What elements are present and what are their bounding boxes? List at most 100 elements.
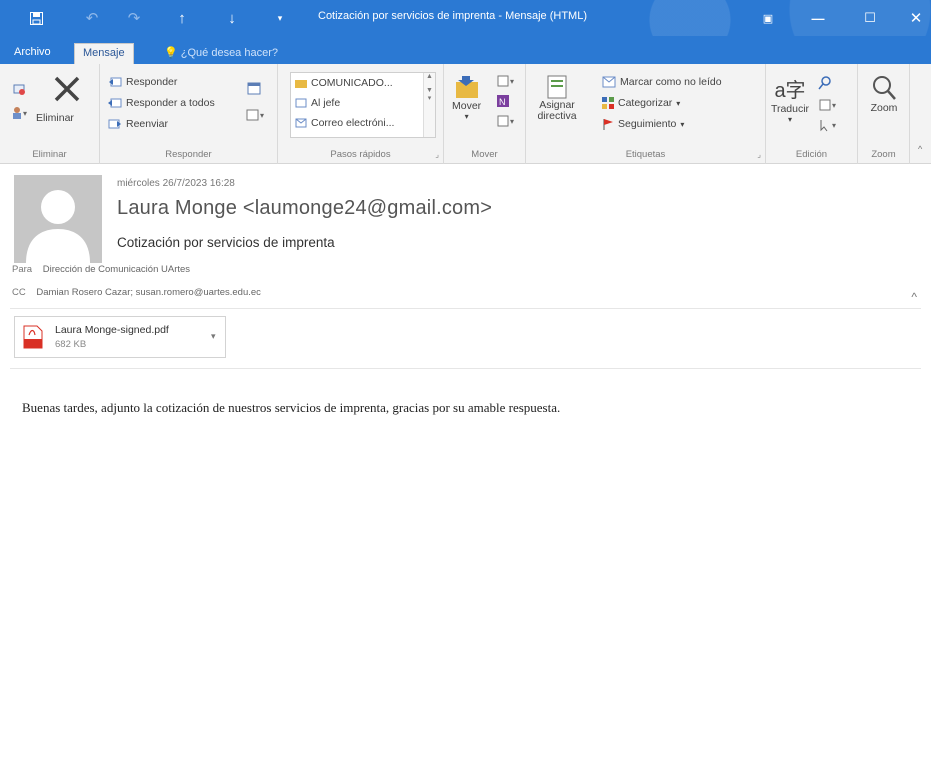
select-icon[interactable]: ▾: [818, 118, 840, 132]
up-arrow-icon[interactable]: ↑: [168, 0, 196, 36]
cc-recipients[interactable]: Damian Rosero Cazar; susan.romero@uartes…: [36, 287, 261, 298]
avatar: [14, 175, 102, 263]
reply-icon: [109, 77, 122, 87]
find-icon[interactable]: [818, 76, 832, 90]
lightbulb-icon: 💡: [164, 47, 178, 59]
save-icon[interactable]: [22, 0, 50, 36]
group-label-zoom: Zoom: [871, 149, 896, 160]
reply-all-button[interactable]: Responder a todos: [108, 97, 215, 109]
more-respond-icon[interactable]: ▾: [246, 108, 268, 122]
categorize-button[interactable]: Categorizar ▾: [602, 97, 680, 109]
group-label-mover: Mover: [471, 149, 498, 160]
actions-icon[interactable]: ▾: [496, 114, 518, 128]
tab-mensaje[interactable]: Mensaje: [74, 43, 134, 64]
quick-step-correo[interactable]: Correo electróni...: [291, 113, 435, 133]
close-icon[interactable]: ✕: [896, 0, 931, 36]
zoom-button[interactable]: Zoom: [864, 74, 904, 114]
ribbon-tabs: Archivo Mensaje 💡 ¿Qué desea hacer?: [0, 36, 931, 64]
delete-button[interactable]: [52, 74, 82, 104]
to-label: Para: [12, 264, 33, 275]
group-edicion: a字 Traducir ▾ ▾ ▾ Edición: [766, 64, 858, 164]
svg-text:▾: ▾: [510, 77, 514, 86]
forward-button[interactable]: Reenviar: [108, 118, 168, 130]
ribbon: ▾ Eliminar Eliminar Responder Responder …: [0, 64, 931, 164]
undo-icon[interactable]: ↶: [78, 0, 106, 36]
message-body: Buenas tardes, adjunto la cotización de …: [22, 400, 561, 415]
window-title: Cotización por servicios de imprenta - M…: [318, 10, 587, 22]
assign-policy-button[interactable]: Asignar directiva: [532, 74, 582, 122]
divider: [10, 368, 921, 369]
maximize-icon[interactable]: ☐: [850, 0, 890, 36]
replace-icon[interactable]: ▾: [818, 98, 840, 112]
group-eliminar: ▾ Eliminar Eliminar: [0, 64, 100, 164]
zoom-icon: [873, 76, 896, 100]
reply-button[interactable]: Responder: [108, 76, 177, 88]
quick-steps-scroll[interactable]: ▲ ▼ ▾: [423, 73, 435, 137]
ribbon-options-icon[interactable]: ▣: [748, 0, 788, 36]
group-responder: Responder Responder a todos Reenviar ▾ R…: [100, 64, 278, 164]
tab-archivo[interactable]: Archivo: [6, 43, 59, 64]
ignore-icon[interactable]: [12, 82, 26, 96]
group-label-pasos-rapidos: Pasos rápidos: [330, 149, 391, 160]
cc-label: CC: [12, 287, 26, 298]
group-label-edicion: Edición: [795, 149, 828, 160]
to-row: Para Dirección de Comunicación UArtes: [12, 264, 190, 275]
down-arrow-icon[interactable]: ↓: [218, 0, 246, 36]
pdf-icon: [23, 325, 43, 349]
svg-text:▾: ▾: [832, 121, 836, 130]
svg-text:▾: ▾: [260, 111, 264, 120]
meeting-icon[interactable]: [246, 80, 262, 96]
translate-icon: a字: [774, 80, 806, 102]
dialog-launcher-icon[interactable]: ⌟: [435, 150, 439, 159]
attachment-name: Laura Monge-signed.pdf: [55, 324, 169, 336]
dialog-launcher-icon[interactable]: ⌟: [757, 150, 761, 159]
group-pasos-rapidos: COMUNICADO... Al jefe Correo electróni..…: [278, 64, 444, 164]
redo-icon[interactable]: ↷: [120, 0, 148, 36]
group-label-eliminar: Eliminar: [32, 149, 67, 160]
categorize-icon: [602, 97, 614, 109]
onenote-icon[interactable]: N: [496, 94, 510, 108]
collapse-ribbon-icon[interactable]: ^: [918, 144, 922, 154]
translate-button[interactable]: a字 Traducir ▾: [768, 74, 812, 124]
title-bar: ↶ ↷ ↑ ↓ ▾ Cotización por servicios de im…: [0, 0, 931, 36]
sender[interactable]: Laura Monge <laumonge24@gmail.com>: [117, 197, 492, 220]
quick-step-forward-icon: [295, 98, 307, 108]
svg-text:▾: ▾: [23, 109, 27, 118]
group-etiquetas: Asignar directiva Marcar como no leído C…: [526, 64, 766, 164]
tell-me-text: ¿Qué desea hacer?: [180, 47, 278, 59]
tell-me-box[interactable]: 💡 ¿Qué desea hacer?: [164, 46, 278, 59]
chevron-down-icon[interactable]: ▾: [211, 331, 216, 342]
cc-row: CC Damian Rosero Cazar; susan.romero@uar…: [12, 287, 261, 298]
forward-icon: [108, 119, 121, 129]
delete-label[interactable]: Eliminar: [36, 112, 74, 124]
quick-step-folder-icon: [295, 78, 307, 88]
flag-icon: [603, 119, 613, 130]
attachment[interactable]: Laura Monge-signed.pdf 682 KB ▾: [14, 316, 226, 358]
quick-step-mail-icon: [295, 118, 307, 128]
quick-steps-gallery: COMUNICADO... Al jefe Correo electróni..…: [290, 72, 436, 138]
message-date: miércoles 26/7/2023 16:28: [117, 178, 235, 189]
follow-up-button[interactable]: Seguimiento ▾: [602, 118, 684, 130]
collapse-header-icon[interactable]: ^: [911, 290, 917, 304]
quick-step-comunicado[interactable]: COMUNICADO...: [291, 73, 435, 93]
svg-text:▾: ▾: [832, 101, 836, 110]
quick-step-al-jefe[interactable]: Al jefe: [291, 93, 435, 113]
to-recipient[interactable]: Dirección de Comunicación UArtes: [43, 264, 190, 275]
divider: [10, 308, 921, 309]
junk-icon[interactable]: ▾: [12, 106, 30, 120]
minimize-icon[interactable]: —: [798, 0, 838, 36]
unread-icon: [602, 76, 616, 88]
subject: Cotización por servicios de imprenta: [117, 235, 335, 250]
svg-text:N: N: [499, 97, 506, 107]
rules-icon[interactable]: ▾: [496, 74, 518, 88]
group-mover: Mover ▾ ▾ N ▾ Mover: [444, 64, 526, 164]
group-zoom: Zoom Zoom: [858, 64, 910, 164]
delete-x-icon: [54, 76, 80, 102]
group-label-responder: Responder: [165, 149, 212, 160]
move-button[interactable]: Mover ▾: [452, 74, 481, 121]
policy-icon: [547, 75, 567, 99]
svg-text:▾: ▾: [510, 117, 514, 126]
mark-unread-button[interactable]: Marcar como no leído: [602, 76, 722, 88]
customize-icon[interactable]: ▾: [266, 0, 294, 36]
reply-all-icon: [108, 98, 122, 108]
